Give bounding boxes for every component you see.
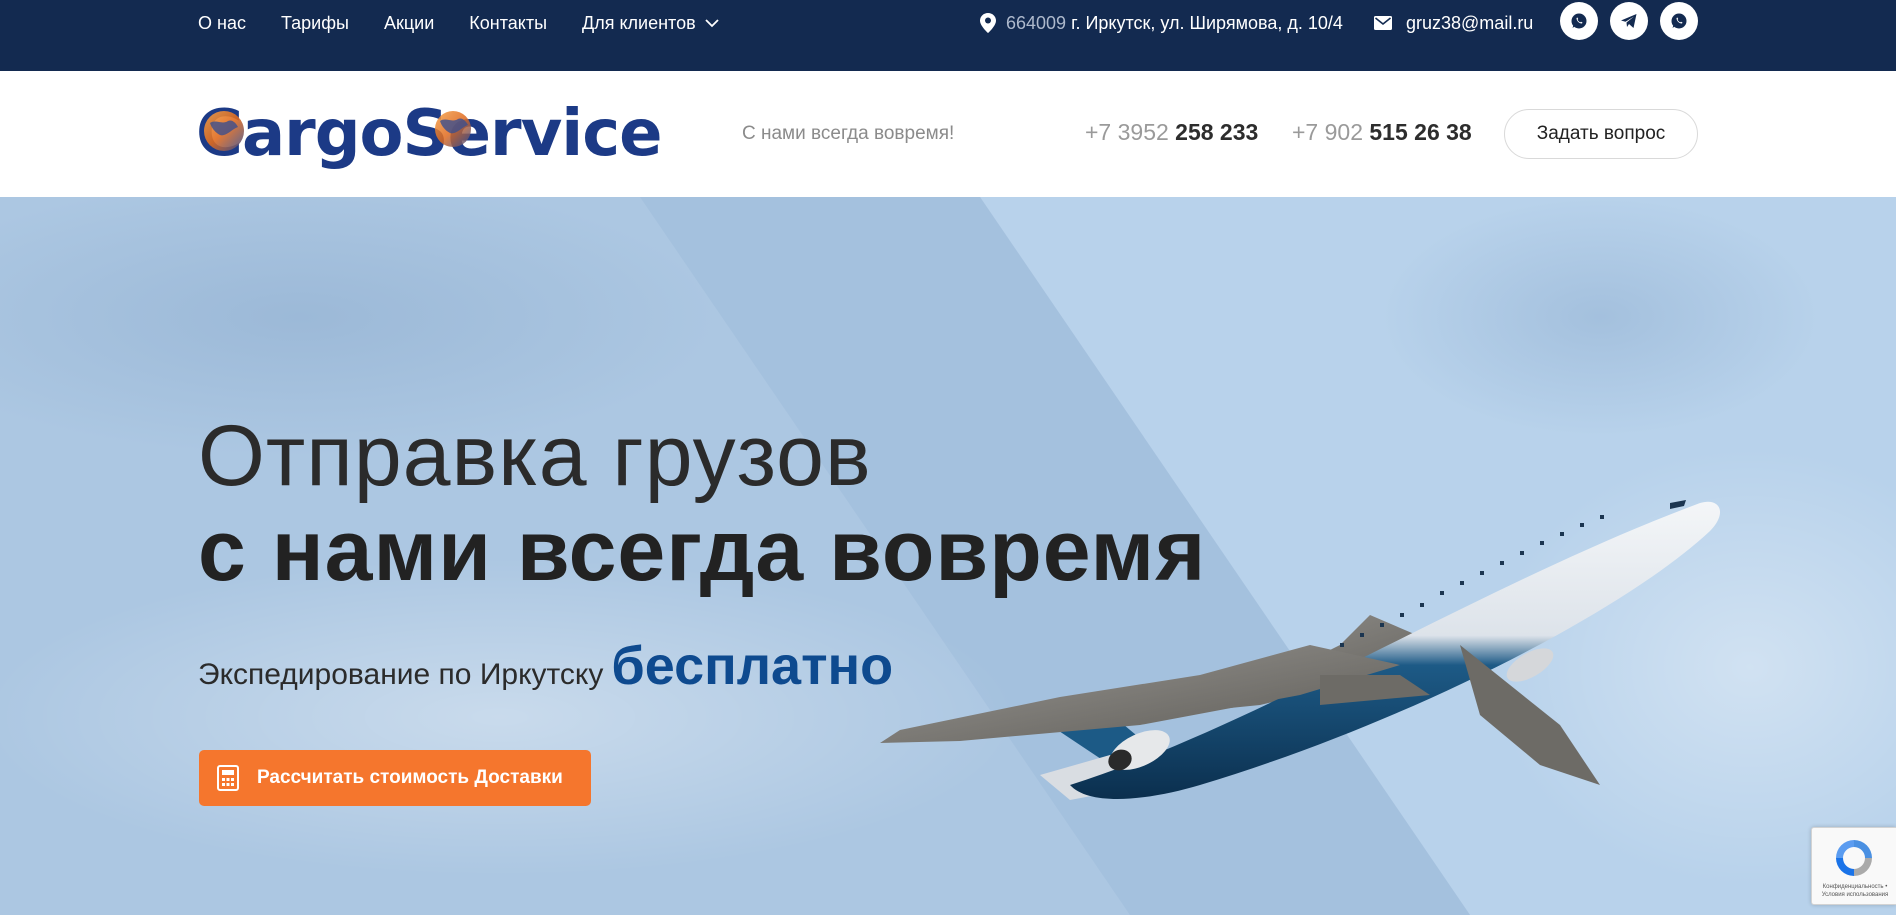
- ask-question-button[interactable]: Задать вопрос: [1504, 109, 1698, 159]
- recaptcha-icon: [1836, 840, 1872, 876]
- email-contact[interactable]: gruz38@mail.ru: [1374, 0, 1533, 46]
- nav-promotions[interactable]: Акции: [384, 13, 434, 34]
- cargoservice-logo[interactable]: CargoService: [196, 93, 708, 171]
- social-links: [1560, 2, 1710, 40]
- address: 664009 г. Иркутск, ул. Ширямова, д. 10/4: [980, 0, 1343, 46]
- calculate-delivery-button[interactable]: Рассчитать стоимость Доставки: [199, 750, 591, 806]
- whatsapp-button[interactable]: [1560, 2, 1598, 40]
- slogan: С нами всегда вовремя!: [742, 123, 955, 144]
- telegram-button[interactable]: [1610, 2, 1648, 40]
- recaptcha-badge[interactable]: Конфиденциальность • Условия использован…: [1811, 827, 1896, 905]
- phone-2[interactable]: +7 902 515 26 38: [1292, 119, 1472, 146]
- svg-text:CargoService: CargoService: [196, 97, 662, 171]
- address-street: г. Иркутск, ул. Ширямова, д. 10/4: [1071, 12, 1343, 33]
- nav-contacts[interactable]: Контакты: [469, 13, 547, 34]
- whatsapp-icon: [1671, 13, 1687, 29]
- hero-subtitle: Экспедирование по Иркутску бесплатно: [198, 635, 893, 697]
- hero-subtitle-text: Экспедирование по Иркутску: [198, 658, 604, 691]
- calculate-delivery-label: Рассчитать стоимость Доставки: [257, 767, 563, 788]
- nav-for-clients[interactable]: Для клиентов: [582, 13, 720, 34]
- hero-title-line-1: Отправка грузов: [198, 408, 872, 504]
- address-zip: 664009: [1006, 12, 1067, 33]
- top-nav: О нас Тарифы Акции Контакты Для клиентов: [198, 0, 755, 46]
- site-header: CargoService С нами всегда вовремя! +7 3…: [0, 71, 1896, 197]
- mail-icon: [1374, 16, 1392, 30]
- nav-tariffs[interactable]: Тарифы: [281, 13, 349, 34]
- nav-about[interactable]: О нас: [198, 13, 246, 34]
- whatsapp-button-2[interactable]: [1660, 2, 1698, 40]
- telegram-icon: [1621, 14, 1637, 28]
- email-text: gruz38@mail.ru: [1406, 12, 1534, 33]
- airplane-image: [880, 500, 1720, 800]
- location-pin-icon: [980, 13, 996, 33]
- recaptcha-text: Конфиденциальность • Условия использован…: [1821, 884, 1889, 898]
- whatsapp-icon: [1571, 13, 1587, 29]
- top-bar: О нас Тарифы Акции Контакты Для клиентов…: [0, 0, 1896, 71]
- calculator-icon: [217, 765, 239, 791]
- chevron-down-icon: [705, 19, 719, 28]
- phone-1[interactable]: +7 3952 258 233: [1085, 119, 1258, 146]
- hero-section: Отправка грузов с нами всегда вовремя Эк…: [0, 197, 1896, 915]
